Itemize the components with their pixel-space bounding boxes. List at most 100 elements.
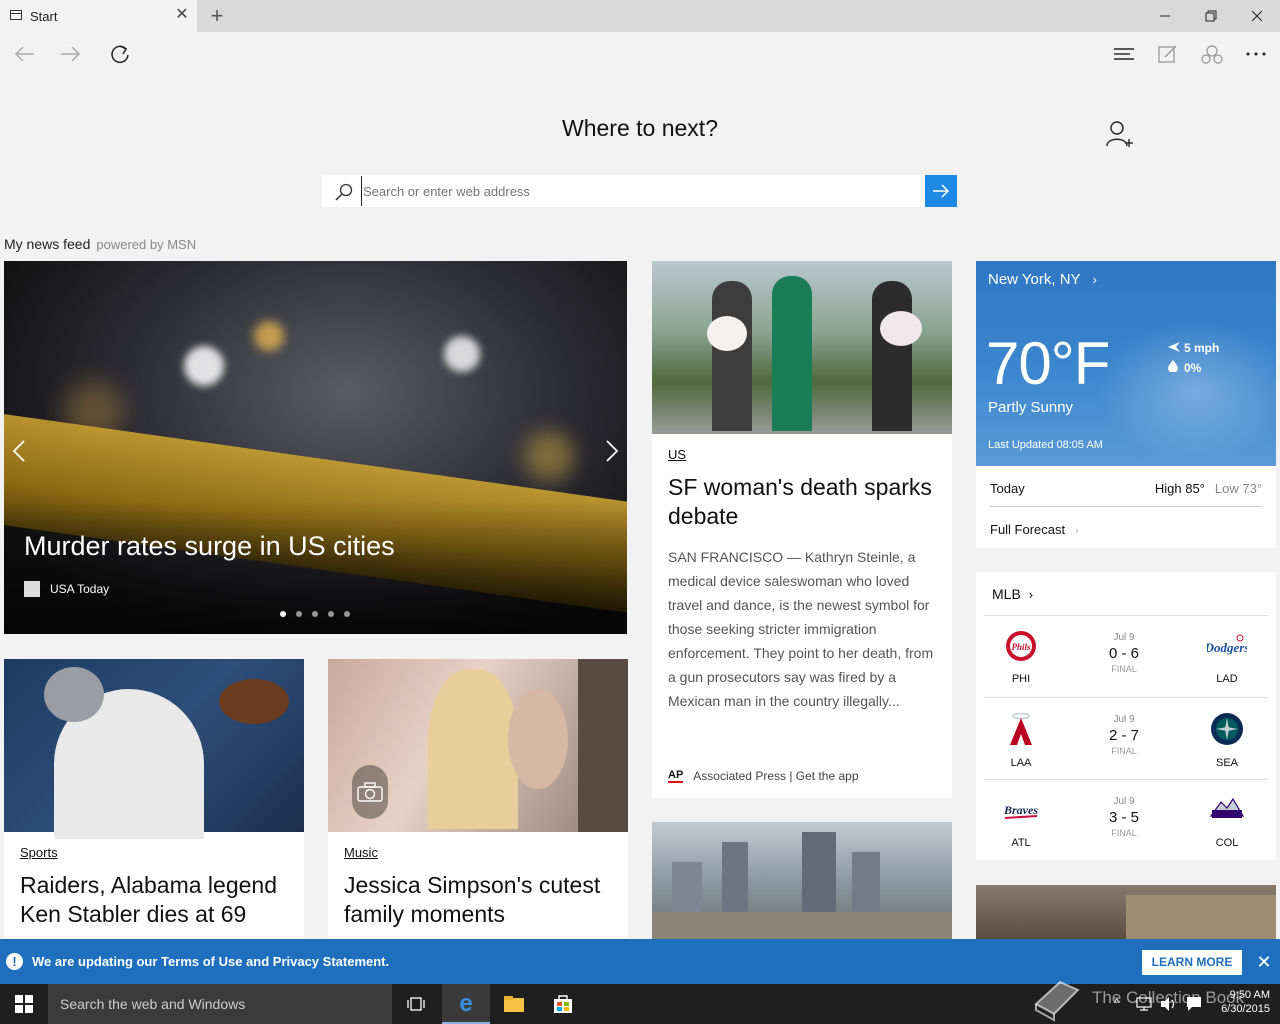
phillies-logo: Phils <box>1006 631 1036 661</box>
hero-source: USA Today <box>24 581 109 597</box>
weather-condition: Partly Sunny <box>988 399 1074 416</box>
chevron-up-icon[interactable]: ^ <box>1114 996 1120 1010</box>
clock-time: 9:50 AM <box>1229 989 1270 1001</box>
carousel-dots <box>280 611 350 617</box>
close-notification-icon[interactable]: ✕ <box>1255 952 1273 972</box>
refresh-icon[interactable] <box>104 38 136 70</box>
story-category[interactable]: Music <box>344 845 378 860</box>
restore-icon[interactable] <box>1188 0 1234 32</box>
chevron-right-icon: › <box>1028 587 1034 602</box>
hero-image-light <box>254 321 284 351</box>
weather-location[interactable]: New York, NY › <box>988 271 1097 288</box>
weather-today-row: Today High 85° Low 73° <box>990 481 1262 507</box>
source-logo <box>24 581 40 597</box>
story-card-sports[interactable]: Sports Raiders, Alabama legend Ken Stabl… <box>4 659 304 939</box>
carousel-dot[interactable] <box>328 611 334 617</box>
file-explorer-icon[interactable] <box>490 984 538 1024</box>
full-forecast-link[interactable]: Full Forecast › <box>990 522 1262 537</box>
volume-icon[interactable] <box>1160 996 1178 1017</box>
team-home: LAA <box>996 712 1046 769</box>
precip-chance: 0% <box>1184 361 1202 375</box>
store-icon[interactable] <box>539 984 587 1024</box>
carousel-prev-icon[interactable] <box>4 431 34 471</box>
edge-icon[interactable]: e <box>442 984 490 1024</box>
story-card-skyline[interactable] <box>652 822 952 939</box>
back-arrow-icon[interactable] <box>8 38 40 70</box>
game-row[interactable]: LAA Jul 9 2 - 7 FINAL SEA <box>984 697 1268 779</box>
carousel-dot[interactable] <box>296 611 302 617</box>
weather-card[interactable]: New York, NY › 70°F 5 mph 0% Partly Sunny… <box>976 261 1276 548</box>
svg-text:Dodgers: Dodgers <box>1207 640 1247 655</box>
add-person-icon[interactable] <box>1104 119 1134 149</box>
taskbar-clock[interactable]: 9:50 AM 6/30/2015 <box>1206 988 1270 1016</box>
camera-icon[interactable] <box>352 765 388 819</box>
team-abbr: LAD <box>1216 673 1238 685</box>
score: 3 - 5 <box>1108 809 1139 826</box>
story-category[interactable]: US <box>668 447 686 462</box>
close-window-icon[interactable] <box>1234 0 1280 32</box>
story-image <box>652 261 952 434</box>
story-image-figure <box>428 669 518 829</box>
web-note-icon[interactable] <box>1152 38 1184 70</box>
story-image-figure <box>508 689 568 789</box>
forward-arrow-icon[interactable] <box>55 38 87 70</box>
team-home: Braves ATL <box>996 794 1046 849</box>
story-headline[interactable]: Raiders, Alabama legend Ken Stabler dies… <box>20 871 292 929</box>
minimize-icon[interactable] <box>1142 0 1188 32</box>
story-image-building <box>1126 895 1276 939</box>
mlb-title[interactable]: MLB › <box>992 586 1033 602</box>
team-abbr: LAA <box>1010 757 1032 769</box>
player-helmet <box>44 667 104 722</box>
story-headline[interactable]: Jessica Simpson's cutest family moments <box>344 871 616 929</box>
high-temp: High 85° <box>1154 481 1205 496</box>
new-tab-icon[interactable]: + <box>206 3 228 29</box>
ap-logo: AP <box>668 769 684 783</box>
feed-title[interactable]: My news feed <box>4 236 90 252</box>
game-row[interactable]: Phils PHI Jul 9 0 - 6 FINAL Dodgers LAD <box>984 615 1268 697</box>
carousel-dot[interactable] <box>312 611 318 617</box>
network-icon[interactable] <box>1136 996 1152 1017</box>
game-score: Jul 9 2 - 7 FINAL <box>1084 714 1164 756</box>
score: 0 - 6 <box>1108 645 1139 662</box>
taskbar-search[interactable]: Search the web and Windows <box>48 984 392 1024</box>
more-icon[interactable] <box>1240 38 1272 70</box>
address-search-box[interactable] <box>322 175 957 207</box>
close-tab-icon[interactable]: ✕ <box>174 7 190 23</box>
braves-logo: Braves <box>1003 803 1038 819</box>
story-card-us[interactable]: US SF woman's death sparks debate SAN FR… <box>652 261 952 798</box>
story-headline[interactable]: SF woman's death sparks debate <box>668 473 940 531</box>
hero-carousel[interactable]: Murder rates surge in US cities USA Toda… <box>4 261 627 634</box>
mlb-scores-card[interactable]: MLB › Phils PHI Jul 9 0 - 6 FINAL Dodgers… <box>976 572 1276 860</box>
hub-icon[interactable] <box>1108 38 1140 70</box>
full-forecast-label: Full Forecast <box>990 522 1066 537</box>
story-card-partial[interactable] <box>976 885 1276 939</box>
wind-speed: 5 mph <box>1184 341 1220 355</box>
carousel-next-icon[interactable] <box>597 431 627 471</box>
task-view-icon[interactable] <box>392 984 440 1024</box>
chevron-right-icon: › <box>1092 272 1097 287</box>
weather-precip: 0% <box>1168 360 1201 375</box>
story-card-music[interactable]: Music Jessica Simpson's cutest family mo… <box>328 659 628 939</box>
carousel-dot[interactable] <box>280 611 286 617</box>
learn-more-button[interactable]: LEARN MORE <box>1142 950 1242 975</box>
story-source-name[interactable]: Associated Press | Get the app <box>693 769 858 783</box>
share-icon[interactable] <box>1196 38 1228 70</box>
news-feed-header: My news feed powered by MSN <box>4 236 196 252</box>
team-away: SEA <box>1202 712 1252 769</box>
team-away: Dodgers LAD <box>1202 630 1252 685</box>
rockies-logo <box>1209 797 1245 818</box>
mariners-logo <box>1211 713 1243 745</box>
search-input[interactable] <box>361 176 921 206</box>
score: 2 - 7 <box>1108 727 1139 744</box>
tab-start[interactable]: Start ✕ <box>0 0 197 32</box>
hero-headline[interactable]: Murder rates surge in US cities <box>24 531 395 562</box>
mlb-label: MLB <box>992 586 1021 602</box>
game-row[interactable]: Braves ATL Jul 9 3 - 5 FINAL COL <box>984 779 1268 861</box>
story-category[interactable]: Sports <box>20 845 58 860</box>
carousel-dot[interactable] <box>344 611 350 617</box>
action-center-icon[interactable] <box>1186 996 1202 1017</box>
chevron-right-icon: › <box>1075 525 1079 537</box>
windows-start-icon[interactable] <box>0 984 48 1024</box>
go-button[interactable] <box>925 175 957 207</box>
taskbar: Search the web and Windows e The Collect… <box>0 980 1280 1024</box>
